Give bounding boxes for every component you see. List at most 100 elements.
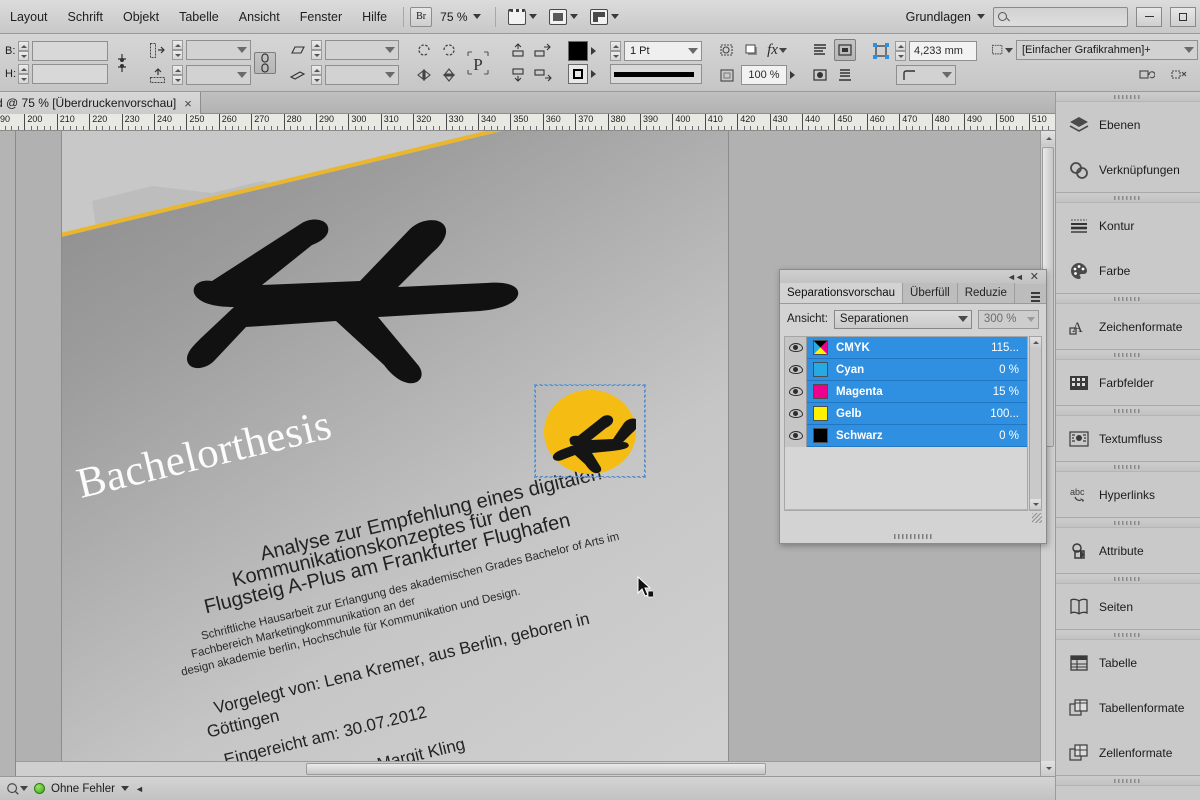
workspace-switcher[interactable]: Grundlagen bbox=[906, 10, 985, 24]
menu-hilfe[interactable]: Hilfe bbox=[352, 6, 397, 28]
arrange-documents-button[interactable] bbox=[584, 7, 625, 27]
dock-item-seiten[interactable]: Seiten bbox=[1056, 584, 1200, 629]
corner-radius-stepper[interactable] bbox=[895, 41, 906, 61]
distribute-spacing-icon[interactable] bbox=[532, 64, 554, 86]
object-style-icon[interactable] bbox=[991, 39, 1013, 61]
minimize-button[interactable] bbox=[1136, 6, 1162, 27]
dock-group-grip[interactable] bbox=[1056, 350, 1200, 360]
rotate-cw-icon[interactable] bbox=[438, 39, 460, 61]
fill-dropdown-icon[interactable] bbox=[591, 47, 596, 55]
drop-shadow-icon[interactable] bbox=[741, 39, 763, 61]
clear-transformations-icon[interactable] bbox=[1168, 64, 1190, 86]
panel-scroll-up[interactable] bbox=[1030, 337, 1041, 348]
dock-item-hyperlinks[interactable]: abc Hyperlinks bbox=[1056, 472, 1200, 517]
document-tab[interactable]: d @ 75 % [Überdruckenvorschau] × bbox=[0, 92, 201, 114]
dock-group-grip[interactable] bbox=[1056, 406, 1200, 416]
dock-group-grip[interactable] bbox=[1056, 294, 1200, 304]
bridge-button[interactable]: Br bbox=[410, 6, 433, 27]
horizontal-scroll-thumb[interactable] bbox=[306, 763, 766, 775]
eye-icon[interactable] bbox=[785, 358, 807, 381]
dock-item-absatzformate[interactable]: ¶Absatzformate bbox=[1056, 786, 1200, 800]
align-top-icon[interactable] bbox=[507, 39, 529, 61]
tab-reduzie[interactable]: Reduzie bbox=[957, 283, 1015, 303]
dock-item-zellenformate[interactable]: Zellenformate bbox=[1056, 730, 1200, 775]
corner-radius-input[interactable]: 4,233 mm bbox=[909, 41, 977, 61]
zoom-level-control[interactable]: 75 % bbox=[432, 10, 488, 24]
dock-group-grip[interactable] bbox=[1056, 193, 1200, 203]
separation-row[interactable]: Gelb 100... bbox=[785, 402, 1027, 425]
menu-schrift[interactable]: Schrift bbox=[58, 6, 113, 28]
separation-row[interactable]: CMYK 115... bbox=[785, 336, 1027, 359]
panel-title-bar[interactable]: ◄◄ ✕ bbox=[780, 270, 1046, 284]
eye-icon[interactable] bbox=[785, 336, 807, 359]
dock-item-ebenen[interactable]: Ebenen bbox=[1056, 102, 1200, 147]
close-panel-icon[interactable]: ✕ bbox=[1030, 271, 1039, 283]
scale-y-input[interactable] bbox=[186, 65, 251, 85]
collapse-panel-icon[interactable]: ◄◄ bbox=[1007, 272, 1024, 282]
dock-item-textumfluss[interactable]: Textumfluss bbox=[1056, 416, 1200, 461]
height-input[interactable] bbox=[32, 64, 108, 84]
dock-group-grip[interactable] bbox=[1056, 518, 1200, 528]
eye-icon[interactable] bbox=[785, 402, 807, 425]
preflight-icon[interactable] bbox=[6, 778, 28, 800]
dock-group-grip[interactable] bbox=[1056, 574, 1200, 584]
clear-overrides-icon[interactable] bbox=[1136, 64, 1158, 86]
menu-ansicht[interactable]: Ansicht bbox=[229, 6, 290, 28]
panel-vertical-scrollbar[interactable] bbox=[1029, 336, 1042, 511]
effects-fx-icon[interactable]: fx bbox=[766, 39, 788, 61]
scroll-up-button[interactable] bbox=[1041, 131, 1056, 146]
stroke-weight-input[interactable]: 1 Pt bbox=[624, 41, 702, 61]
scroll-down-button[interactable] bbox=[1041, 761, 1056, 776]
view-mode-button[interactable] bbox=[543, 7, 584, 27]
separation-row[interactable]: Schwarz 0 % bbox=[785, 424, 1027, 447]
height-stepper[interactable] bbox=[18, 64, 29, 84]
object-style-select[interactable]: [Einfacher Grafikrahmen]+ bbox=[1016, 40, 1198, 60]
distribute-horizontal-icon[interactable] bbox=[532, 39, 554, 61]
stroke-dropdown-icon[interactable] bbox=[591, 70, 596, 78]
fit-frame-icon[interactable] bbox=[716, 64, 738, 86]
scale-x-stepper[interactable] bbox=[172, 40, 183, 60]
select-content-icon[interactable] bbox=[716, 39, 738, 61]
horizontal-ruler[interactable]: 190 200 210 220 230 240 250 260 270 280 290 300 310 3… bbox=[0, 114, 1055, 131]
page-prev-button[interactable]: ◄ bbox=[135, 784, 144, 794]
dock-group-grip[interactable] bbox=[1056, 776, 1200, 786]
menu-tabelle[interactable]: Tabelle bbox=[169, 6, 229, 28]
eye-icon[interactable] bbox=[785, 424, 807, 447]
panel-drag-grip[interactable] bbox=[780, 531, 1048, 541]
align-text-center-icon[interactable] bbox=[809, 64, 831, 86]
constrain-scale-icon[interactable] bbox=[254, 51, 276, 74]
menu-fenster[interactable]: Fenster bbox=[290, 6, 352, 28]
opacity-input[interactable]: 100 % bbox=[741, 65, 787, 85]
rotation-stepper[interactable] bbox=[311, 65, 322, 85]
document-page[interactable]: Bachelorthesis Analyse zur Empfehlung ei… bbox=[62, 131, 728, 776]
dock-item-kontur[interactable]: Kontur bbox=[1056, 203, 1200, 248]
corner-shape-select[interactable] bbox=[896, 65, 956, 85]
scale-y-stepper[interactable] bbox=[172, 65, 183, 85]
dock-item-tabelle[interactable]: Tabelle bbox=[1056, 640, 1200, 685]
stroke-style-select[interactable] bbox=[610, 64, 702, 84]
width-input[interactable] bbox=[32, 41, 108, 61]
dock-item-farbfelder[interactable]: Farbfelder bbox=[1056, 360, 1200, 405]
dock-item-tabellenformate[interactable]: Tabellenformate bbox=[1056, 685, 1200, 730]
rotate-ccw-icon[interactable] bbox=[413, 39, 435, 61]
dock-group-grip[interactable] bbox=[1056, 630, 1200, 640]
dock-item-verkn-pfungen[interactable]: Verknüpfungen bbox=[1056, 147, 1200, 192]
menu-objekt[interactable]: Objekt bbox=[113, 6, 169, 28]
stroke-color-swatch[interactable] bbox=[568, 64, 588, 84]
corner-shape-icon[interactable] bbox=[870, 40, 892, 62]
tab-ueberfuell[interactable]: Überfüll bbox=[903, 283, 958, 303]
eye-icon[interactable] bbox=[785, 380, 807, 403]
shear-input[interactable] bbox=[325, 40, 399, 60]
dock-item-zeichenformate[interactable]: A Zeichenformate bbox=[1056, 304, 1200, 349]
panel-menu-button[interactable] bbox=[1025, 291, 1046, 303]
scale-x-input[interactable] bbox=[186, 40, 251, 60]
selected-graphic-frame[interactable] bbox=[534, 384, 646, 478]
stroke-weight-stepper[interactable] bbox=[610, 41, 621, 61]
ink-limit-select[interactable]: 300 % bbox=[977, 309, 1039, 329]
flip-horizontal-icon[interactable] bbox=[413, 64, 435, 86]
align-text-bottom-icon[interactable] bbox=[834, 64, 856, 86]
view-mode-select[interactable]: Separationen bbox=[833, 309, 972, 329]
menu-layout[interactable]: Layout bbox=[0, 6, 58, 28]
shear-stepper[interactable] bbox=[311, 40, 322, 60]
rotation-input[interactable] bbox=[325, 65, 399, 85]
